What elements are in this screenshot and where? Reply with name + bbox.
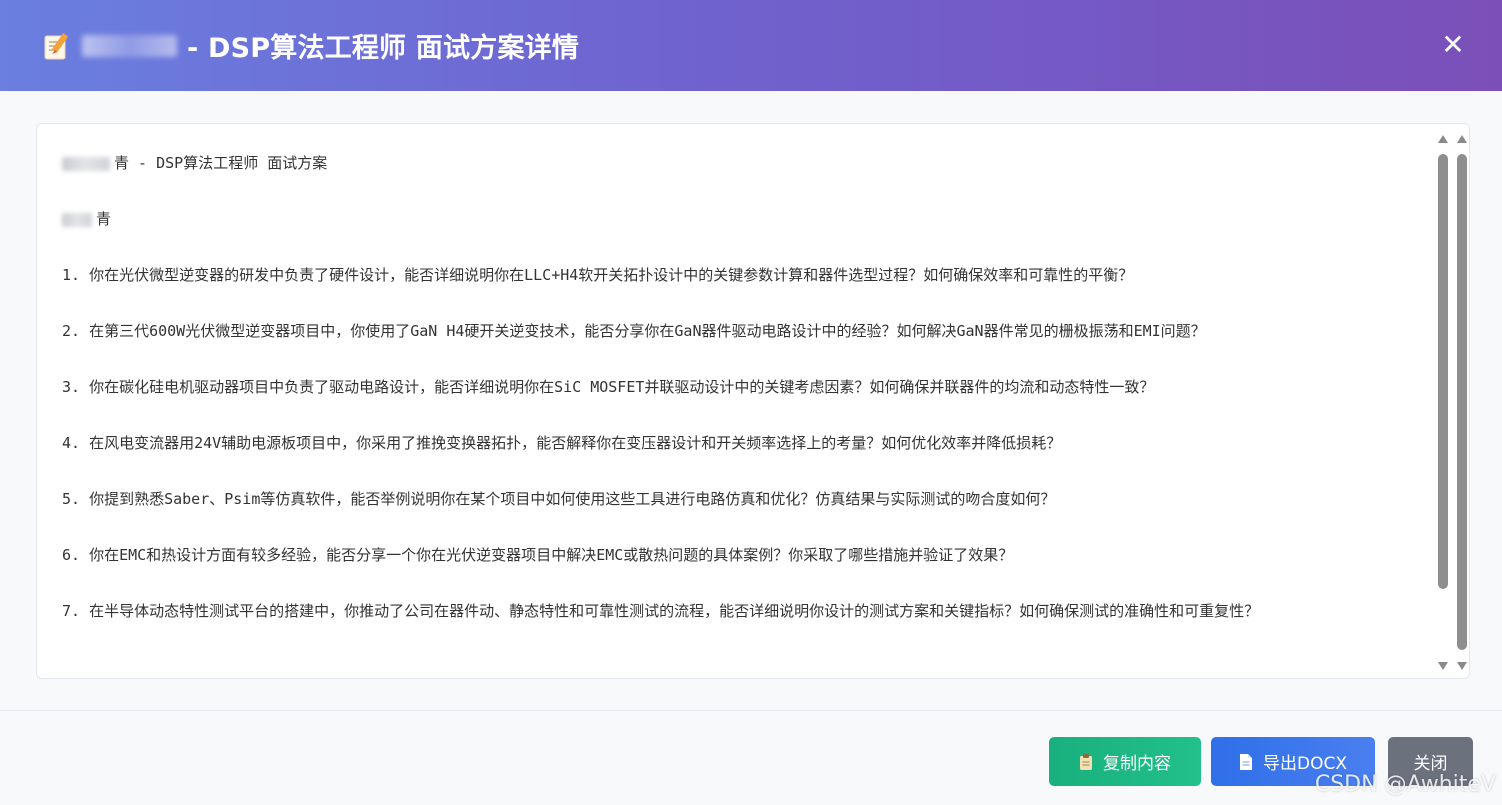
document-icon	[1239, 753, 1253, 771]
scroll-up-arrow-icon[interactable]	[1438, 135, 1448, 143]
plan-text: 青 - DSP算法工程师 面试方案 青 1. 你在光伏微型逆变器的研发中负责了硬…	[62, 149, 1417, 653]
question-item: 3. 你在碳化硅电机驱动器项目中负责了驱动电路设计，能否详细说明你在SiC MO…	[62, 378, 1155, 396]
candidate-name-line: 青	[62, 205, 1417, 233]
question-item: 5. 你提到熟悉Saber、Psim等仿真软件，能否举例说明你在某个项目中如何使…	[62, 490, 1056, 508]
modal-title: - DSP算法工程师 面试方案详情	[82, 26, 579, 65]
redacted-name	[82, 34, 177, 57]
modal-title-text: - DSP算法工程师 面试方案详情	[187, 33, 580, 64]
scroll-down-arrow-icon[interactable]	[1457, 662, 1467, 670]
question-item: 4. 在风电变流器用24V辅助电源板项目中，你采用了推挽变换器拓扑，能否解释你在…	[62, 434, 1062, 452]
question-item: 1. 你在光伏微型逆变器的研发中负责了硬件设计，能否详细说明你在LLC+H4软开…	[62, 266, 1134, 284]
question-item: 6. 你在EMC和热设计方面有较多经验，能否分享一个你在光伏逆变器项目中解决EM…	[62, 546, 1014, 564]
inner-scrollbar[interactable]	[1438, 132, 1448, 672]
plan-title-text: - DSP算法工程师 面试方案	[138, 154, 328, 172]
export-docx-label: 导出DOCX	[1263, 754, 1347, 774]
candidate-name-suffix: 青	[96, 210, 112, 228]
close-button-label: 关闭	[1413, 754, 1448, 774]
close-icon[interactable]: ✕	[1440, 31, 1466, 59]
memo-pencil-icon	[42, 30, 72, 62]
redacted-name	[62, 212, 92, 227]
question-item: 2. 在第三代600W光伏微型逆变器项目中，你使用了GaN H4硬开关逆变技术，…	[62, 322, 1206, 340]
plan-content-area[interactable]: 青 - DSP算法工程师 面试方案 青 1. 你在光伏微型逆变器的研发中负责了硬…	[36, 123, 1470, 679]
outer-scrollbar[interactable]	[1457, 132, 1467, 672]
question-item: 7. 在半导体动态特性测试平台的搭建中，你推动了公司在器件动、静态特性和可靠性测…	[62, 602, 1260, 620]
inner-scroll-thumb[interactable]	[1438, 154, 1448, 589]
scroll-up-arrow-icon[interactable]	[1457, 135, 1467, 143]
copy-content-label: 复制内容	[1103, 754, 1171, 774]
title-prefix-char: 青	[114, 154, 130, 172]
outer-scroll-thumb[interactable]	[1457, 154, 1467, 650]
clipboard-icon	[1079, 753, 1093, 771]
redacted-name	[62, 156, 110, 171]
copy-content-button[interactable]: 复制内容	[1049, 737, 1201, 786]
plan-title-line: 青 - DSP算法工程师 面试方案	[62, 149, 1417, 177]
footer-divider	[0, 710, 1502, 711]
csdn-watermark: CSDN @AwhiteV	[1314, 772, 1496, 797]
modal-header: - DSP算法工程师 面试方案详情 ✕	[0, 0, 1502, 91]
scroll-down-arrow-icon[interactable]	[1438, 662, 1448, 670]
interview-plan-modal: - DSP算法工程师 面试方案详情 ✕ 青 - DSP算法工程师 面试方案 青 …	[0, 0, 1502, 805]
